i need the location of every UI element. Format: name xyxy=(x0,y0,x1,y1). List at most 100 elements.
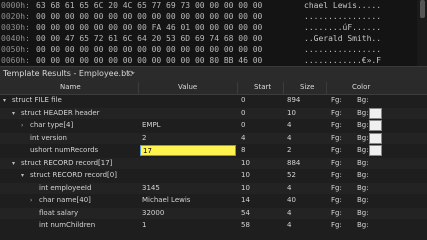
hex-offset[interactable]: 0000h: xyxy=(1,0,30,11)
bg-color-swatch[interactable] xyxy=(369,120,382,131)
row-value[interactable]: Michael Lewis xyxy=(142,195,190,206)
tree-row[interactable]: ▾ struct RECORD record[0] 10 52 Fg: Bg: xyxy=(0,170,427,181)
hex-offset[interactable]: 0060h: xyxy=(1,55,30,66)
row-name: char type[4] xyxy=(30,121,74,129)
row-name: ushort numRecords xyxy=(30,146,99,154)
refresh-icon[interactable]: ⟳ xyxy=(128,67,135,81)
row-value[interactable]: 1 xyxy=(142,220,146,231)
tree-row[interactable]: › char name[40] Michael Lewis 14 40 Fg: Bg: xyxy=(0,195,427,206)
expand-arrow-icon[interactable]: ▾ xyxy=(12,108,15,119)
row-size: 2 xyxy=(287,146,292,154)
tree-row[interactable]: ▾ struct RECORD record[17] 10 884 Fg: Bg: xyxy=(0,157,427,169)
column-divider[interactable] xyxy=(237,82,238,94)
column-divider[interactable] xyxy=(283,82,284,94)
expand-arrow-icon[interactable]: ▾ xyxy=(3,95,6,106)
bg-color-label[interactable]: Bg: xyxy=(357,95,369,106)
hex-ascii[interactable]: ................ xyxy=(304,11,381,22)
panel-title: Template Results - Employee.bt xyxy=(3,69,130,78)
hex-offset[interactable]: 0050h: xyxy=(1,44,30,55)
hex-ascii[interactable]: ................ xyxy=(304,44,381,55)
column-color[interactable]: Color xyxy=(352,81,370,94)
bg-color-label[interactable]: Bg: xyxy=(357,133,369,144)
bg-color-label[interactable]: Bg: xyxy=(357,208,369,219)
expand-arrow-icon[interactable]: ▾ xyxy=(12,158,15,169)
results-header: Name Value Start Size Color xyxy=(0,81,427,95)
bg-color-label[interactable]: Bg: xyxy=(357,120,369,131)
row-name: struct RECORD record[17] xyxy=(21,158,113,167)
row-name: char name[40] xyxy=(39,196,91,204)
tree-row[interactable]: ▾ struct FILE file 0 894 Fg: Bg: xyxy=(0,95,427,106)
tree-row[interactable]: › char type[4] EMPL 0 4 Fg: Bg: xyxy=(0,120,427,131)
column-start[interactable]: Start xyxy=(254,81,271,94)
bg-color-label[interactable]: Bg: xyxy=(357,145,369,156)
hex-bytes[interactable]: 00 00 00 00 00 00 00 00 00 00 00 00 00 0… xyxy=(36,11,262,22)
hex-scrollbar[interactable] xyxy=(417,0,427,66)
hex-bytes[interactable]: 00 00 00 00 00 00 00 00 00 00 00 00 00 0… xyxy=(36,44,262,55)
column-divider[interactable] xyxy=(326,82,327,94)
tree-row[interactable]: float salary 32000 54 4 Fg: Bg: xyxy=(0,207,427,219)
row-size: 4 xyxy=(287,121,292,129)
collapse-arrow-icon[interactable]: › xyxy=(21,120,23,131)
hex-ascii[interactable]: ............€».F xyxy=(304,55,381,66)
row-value[interactable]: EMPL xyxy=(142,120,161,131)
row-size: 52 xyxy=(287,171,296,179)
column-divider[interactable] xyxy=(138,82,139,94)
bg-color-label[interactable]: Bg: xyxy=(357,183,369,194)
collapse-arrow-icon[interactable]: › xyxy=(30,195,32,206)
row-value[interactable]: 32000 xyxy=(142,208,164,219)
hex-ascii[interactable]: ........úF...... xyxy=(304,22,381,33)
bg-color-label[interactable]: Bg: xyxy=(357,195,369,206)
fg-color-label[interactable]: Fg: xyxy=(331,95,342,106)
hex-bytes[interactable]: 63 68 61 65 6C 20 4C 65 77 69 73 00 00 0… xyxy=(36,0,262,11)
bg-color-label[interactable]: Bg: xyxy=(357,220,369,231)
template-results-titlebar: Template Results - Employee.bt ⟳ xyxy=(0,66,427,81)
tree-row[interactable]: int employeeId 3145 10 4 Fg: Bg: xyxy=(0,182,427,194)
hex-ascii[interactable]: ..Gerald Smith.. xyxy=(304,33,381,44)
column-value[interactable]: Value xyxy=(178,81,197,94)
value-edit-field[interactable]: 17 xyxy=(140,145,236,156)
hex-offset[interactable]: 0030h: xyxy=(1,22,30,33)
bg-color-label[interactable]: Bg: xyxy=(357,158,369,169)
row-size: 4 xyxy=(287,133,292,142)
row-size: 4 xyxy=(287,208,292,217)
row-start: 58 xyxy=(241,221,250,229)
bg-color-swatch[interactable] xyxy=(369,132,382,144)
expand-arrow-icon[interactable]: ▾ xyxy=(21,170,24,181)
fg-color-label[interactable]: Fg: xyxy=(331,108,342,119)
row-size: 894 xyxy=(287,96,301,104)
row-name: struct FILE file xyxy=(12,96,62,104)
fg-color-label[interactable]: Fg: xyxy=(331,145,342,156)
column-name[interactable]: Name xyxy=(60,81,81,94)
hex-bytes[interactable]: 00 00 47 65 72 61 6C 64 20 53 6D 69 74 6… xyxy=(36,33,262,44)
hex-offset[interactable]: 0040h: xyxy=(1,33,30,44)
row-start: 0 xyxy=(241,108,246,117)
bg-color-label[interactable]: Bg: xyxy=(357,108,369,119)
row-value[interactable]: 3145 xyxy=(142,183,160,194)
fg-color-label[interactable]: Fg: xyxy=(331,195,342,206)
fg-color-label[interactable]: Fg: xyxy=(331,183,342,194)
fg-color-label[interactable]: Fg: xyxy=(331,220,342,231)
tree-row[interactable]: ushort numRecords 17 8 2 Fg: Bg: xyxy=(0,145,427,156)
hex-offset[interactable]: 0020h: xyxy=(1,11,30,22)
fg-color-label[interactable]: Fg: xyxy=(331,170,342,181)
hex-scrollbar-thumb[interactable] xyxy=(420,0,425,18)
hex-editor[interactable]: 0000h: 63 68 61 65 6C 20 4C 65 77 69 73 0… xyxy=(0,0,427,66)
hex-ascii[interactable]: chael Lewis..... xyxy=(304,0,381,11)
row-name: float salary xyxy=(39,208,79,217)
column-size[interactable]: Size xyxy=(300,81,314,94)
hex-bytes[interactable]: 00 00 00 00 00 00 00 00 FA 46 01 00 00 0… xyxy=(36,22,262,33)
bg-color-swatch[interactable] xyxy=(369,107,382,119)
fg-color-label[interactable]: Fg: xyxy=(331,208,342,219)
fg-color-label[interactable]: Fg: xyxy=(331,158,342,169)
fg-color-label[interactable]: Fg: xyxy=(331,133,342,144)
tree-row[interactable]: int version 2 4 4 Fg: Bg: xyxy=(0,132,427,144)
hex-bytes[interactable]: 00 00 00 00 00 00 00 00 00 00 00 00 80 B… xyxy=(36,55,262,66)
row-start: 8 xyxy=(241,146,246,154)
bg-color-swatch[interactable] xyxy=(369,145,382,156)
fg-color-label[interactable]: Fg: xyxy=(331,120,342,131)
tree-row[interactable]: ▾ struct HEADER header 0 10 Fg: Bg: xyxy=(0,107,427,119)
row-value[interactable]: 2 xyxy=(142,133,146,144)
bg-color-label[interactable]: Bg: xyxy=(357,170,369,181)
row-name: int employeeId xyxy=(39,183,92,192)
tree-row[interactable]: int numChildren 1 58 4 Fg: Bg: xyxy=(0,220,427,231)
